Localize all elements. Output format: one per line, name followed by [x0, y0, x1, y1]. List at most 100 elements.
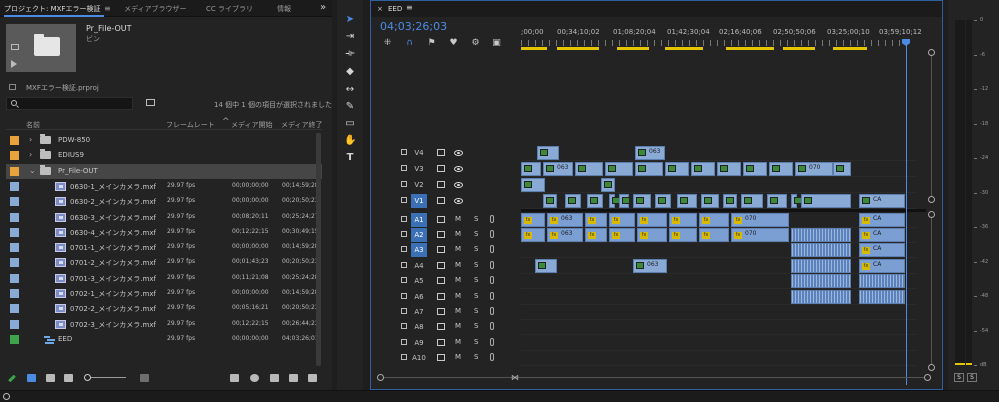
trash-icon[interactable]	[308, 374, 317, 382]
audio-clip[interactable]: fx	[669, 213, 697, 227]
mute-button[interactable]: M	[455, 307, 461, 315]
video-clip[interactable]	[701, 194, 719, 208]
zoom-slider[interactable]	[86, 377, 126, 378]
video-clip[interactable]	[587, 194, 603, 208]
scroll-handle-icon[interactable]: ⋈	[511, 373, 519, 382]
mic-icon[interactable]	[490, 245, 494, 253]
audio-clip[interactable]	[859, 274, 905, 288]
audio-clip[interactable]: fx	[699, 213, 729, 227]
timeline-zoom-scrollbar[interactable]: ⋈	[377, 373, 935, 382]
video-clip[interactable]	[655, 194, 671, 208]
label-color-swatch[interactable]	[10, 197, 19, 207]
clip-row[interactable]: 0630-2_メインカメラ.mxf 29.97 fps 00;00;00;00 00;…	[6, 194, 322, 209]
audio-clip[interactable]: fx 063	[547, 228, 583, 242]
label-color-swatch[interactable]	[10, 243, 19, 253]
snap-icon[interactable]: ∩	[404, 38, 415, 48]
video-clip[interactable]	[609, 194, 620, 208]
eye-icon[interactable]	[454, 150, 463, 156]
audio-clip[interactable]	[791, 259, 851, 273]
sync-lock-icon[interactable]	[437, 231, 445, 238]
scrollbar-knob-top[interactable]	[928, 211, 935, 218]
video-clip[interactable]	[633, 194, 651, 208]
lock-icon[interactable]	[401, 354, 407, 360]
audio-clip[interactable]: fx	[585, 213, 607, 227]
sync-lock-icon[interactable]	[437, 181, 445, 188]
sequence-row[interactable]: EED 29.97 fps 00;00;00;00 04;03;26;01	[6, 332, 322, 347]
track-content[interactable]: 063 070	[521, 161, 916, 177]
search-input[interactable]	[6, 97, 133, 110]
fx-badge-icon[interactable]: fx	[862, 247, 870, 254]
video-clip[interactable]	[717, 162, 741, 176]
video-clip[interactable]: 063	[543, 162, 573, 176]
video-audio-divider[interactable]	[521, 209, 926, 212]
mute-button[interactable]: M	[455, 215, 461, 223]
fx-badge-icon[interactable]: fx	[588, 232, 596, 239]
track-content[interactable]: 063 fx CA	[521, 258, 916, 274]
freeform-view-icon[interactable]	[64, 374, 73, 382]
mic-icon[interactable]	[490, 322, 494, 330]
chevron-right-icon[interactable]: ›	[29, 150, 32, 159]
video-clip[interactable]	[691, 162, 715, 176]
audio-clip[interactable]	[791, 290, 851, 304]
track-content[interactable]	[521, 304, 916, 320]
lock-icon[interactable]	[401, 181, 407, 187]
fx-badge-icon[interactable]: fx	[702, 232, 710, 239]
track-content[interactable]: fx fx 063 fx fx fx fx fx fx 070 fx CA	[521, 212, 916, 228]
solo-button[interactable]: S	[474, 322, 478, 330]
label-color-swatch[interactable]	[10, 304, 19, 314]
video-clip[interactable]	[619, 194, 630, 208]
label-color-swatch[interactable]	[10, 273, 19, 283]
video-clip[interactable]	[741, 194, 763, 208]
mute-button[interactable]: M	[455, 261, 461, 269]
fx-badge-icon[interactable]: fx	[672, 217, 680, 224]
lock-icon[interactable]	[401, 293, 407, 299]
play-icon[interactable]	[11, 60, 17, 68]
label-color-swatch[interactable]	[10, 181, 19, 191]
lock-icon[interactable]	[401, 149, 407, 155]
sync-lock-icon[interactable]	[437, 293, 445, 300]
mic-icon[interactable]	[490, 276, 494, 284]
mic-icon[interactable]	[490, 307, 494, 315]
label-color-swatch[interactable]	[10, 258, 19, 268]
track-target-toggle[interactable]: A10	[411, 351, 427, 365]
video-clip[interactable]	[575, 162, 603, 176]
pen-tool-icon[interactable]: ✎	[344, 101, 356, 113]
track-content[interactable]	[521, 335, 916, 351]
playhead-timecode[interactable]: 04;03;26;03	[380, 20, 447, 33]
track-target-toggle[interactable]: A9	[411, 336, 427, 350]
track-target-toggle[interactable]: V2	[411, 178, 427, 192]
audio-clip[interactable]	[535, 259, 557, 273]
clip-row[interactable]: 0701-3_メインカメラ.mxf 29.97 fps 00;11;21;08 00;…	[6, 271, 322, 286]
sort-caret-icon[interactable]: ^	[222, 117, 230, 127]
sync-lock-icon[interactable]	[437, 354, 445, 361]
track-content[interactable]	[521, 177, 916, 193]
solo-button[interactable]: S	[474, 230, 478, 238]
bin-thumbnail[interactable]	[6, 24, 76, 72]
track-target-toggle[interactable]: A6	[411, 290, 427, 304]
new-item-icon[interactable]	[289, 374, 298, 382]
tab-sequence[interactable]: EED	[388, 5, 402, 13]
audio-clip[interactable]: fx	[609, 213, 635, 227]
audio-clip[interactable]: fx	[521, 213, 545, 227]
tab-project[interactable]: プロジェクト: MXFエラー検証	[4, 4, 100, 14]
fx-badge-icon[interactable]: fx	[612, 217, 620, 224]
find-icon[interactable]	[250, 374, 259, 382]
fx-badge-icon[interactable]: fx	[734, 217, 742, 224]
fx-badge-icon[interactable]: fx	[640, 232, 648, 239]
track-target-toggle[interactable]: A3	[411, 243, 427, 257]
fx-badge-icon[interactable]: fx	[862, 232, 870, 239]
chevron-down-icon[interactable]: ⌄	[29, 166, 36, 175]
fx-badge-icon[interactable]: fx	[524, 232, 532, 239]
fx-badge-icon[interactable]: fx	[524, 217, 532, 224]
video-clip[interactable]	[801, 194, 851, 208]
clip-row[interactable]: 0630-4_メインカメラ.mxf 29.97 fps 00;12;22;15 00;…	[6, 225, 322, 240]
video-clip[interactable]	[665, 162, 689, 176]
audio-clip[interactable]: fx	[521, 228, 545, 242]
video-clip[interactable]	[521, 162, 541, 176]
video-clip[interactable]	[769, 162, 793, 176]
audio-clip[interactable]: fx	[637, 228, 667, 242]
ripple-edit-tool-icon[interactable]: ⟛	[344, 48, 356, 60]
nest-toggle-icon[interactable]: ⁜	[382, 38, 393, 48]
track-target-toggle[interactable]: V1	[411, 194, 427, 208]
lock-icon[interactable]	[401, 308, 407, 314]
